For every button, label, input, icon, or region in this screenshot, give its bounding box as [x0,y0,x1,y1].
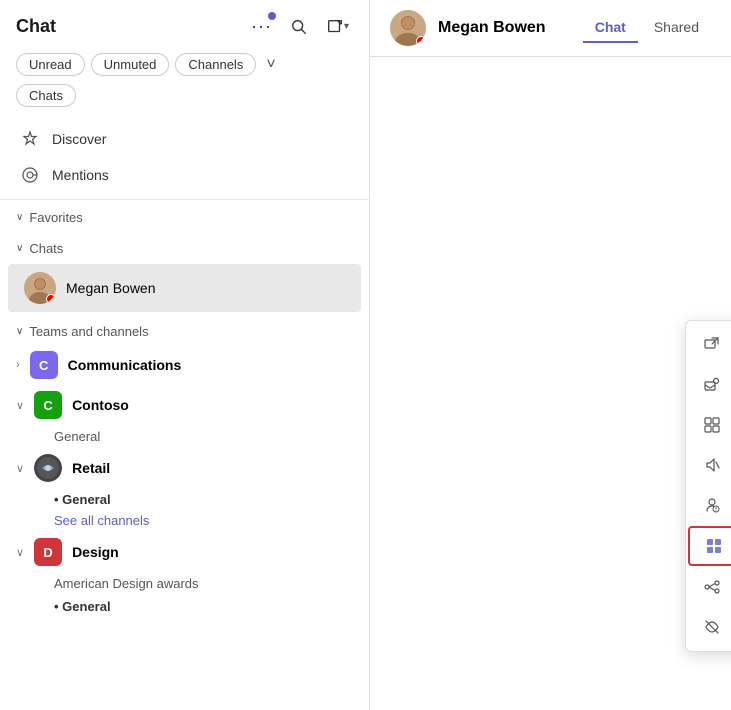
nav-item-mentions[interactable]: Mentions [0,157,369,193]
favorites-chevron: ∨ [16,212,23,223]
right-panel-avatar [390,10,426,46]
chat-title: Chat [16,16,56,37]
filter-chips-row1: Unread Unmuted Channels ˅ [0,49,369,84]
filter-chip-unread[interactable]: Unread [16,53,85,76]
design-name: Design [72,544,119,560]
communications-avatar: C [30,351,58,379]
team-item-contoso[interactable]: ∨ C Contoso [0,385,369,425]
favorites-section-header[interactable]: ∨ Favorites [0,204,369,231]
see-all-channels-link[interactable]: See all channels [0,511,369,532]
search-button[interactable] [286,14,312,40]
menu-item-manage-apps[interactable]: Manage apps [688,526,731,566]
header-icons: ··· ▾ [247,12,353,41]
menu-item-move-to[interactable]: Move to › [686,405,731,445]
filter-chips-row2: Chats [0,84,369,115]
retail-general-channel[interactable]: General [0,488,369,511]
discover-icon [20,129,40,149]
retail-name: Retail [72,460,110,476]
teams-chevron: ∨ [16,326,23,337]
nav-item-discover[interactable]: Discover [0,121,369,157]
mark-unread-icon [702,375,722,395]
favorites-label: Favorites [29,210,82,225]
contoso-name: Contoso [72,397,129,413]
retail-icon [37,457,59,479]
search-icon [290,18,308,36]
team-item-design[interactable]: ∨ D Design [0,532,369,572]
chats-chevron: ∨ [16,243,23,254]
contoso-avatar: C [34,391,62,419]
workflows-icon [702,577,722,597]
team-item-retail[interactable]: ∨ Retail [0,448,369,488]
notify-icon [702,495,722,515]
left-panel: Chat ··· [0,0,370,710]
filter-chip-unmuted[interactable]: Unmuted [91,53,170,76]
menu-item-notify[interactable]: Notify when available [686,485,731,525]
menu-item-mute[interactable]: Mute [686,445,731,485]
team-item-communications[interactable]: › C Communications [0,345,369,385]
menu-item-hide[interactable]: Hide [686,607,731,647]
design-avatar: D [34,538,62,566]
compose-icon [326,18,344,36]
teams-section-header[interactable]: ∨ Teams and channels [0,318,369,345]
notification-dot [268,12,276,20]
manage-apps-icon [704,536,724,556]
design-general-channel[interactable]: General [0,595,369,618]
more-options-button[interactable]: ··· [247,12,276,41]
mentions-label: Mentions [52,167,109,183]
filter-chip-chats[interactable]: Chats [16,84,76,107]
open-window-icon [702,335,722,355]
menu-item-mark-unread[interactable]: Mark as unread [686,365,731,405]
right-panel-user-name: Megan Bowen [438,19,571,37]
context-menu: Open in new window Mark as unread [685,320,731,652]
tab-shared[interactable]: Shared [642,13,711,43]
contoso-general-channel[interactable]: General [0,425,369,448]
menu-item-open-new-window[interactable]: Open in new window [686,325,731,365]
mute-icon [702,455,722,475]
hide-icon [702,617,722,637]
right-avatar-status [416,36,426,46]
discover-label: Discover [52,131,106,147]
chats-section-label: Chats [29,241,63,256]
compose-button[interactable]: ▾ [322,14,353,40]
mentions-icon [20,165,40,185]
chat-item-megan[interactable]: Megan Bowen [8,264,361,312]
menu-item-workflows[interactable]: Workflows [686,567,731,607]
retail-avatar [34,454,62,482]
right-tabs: Chat Shared [583,13,711,43]
nav-section: Discover Mentions [0,115,369,200]
design-american-channel[interactable]: American Design awards [0,572,369,595]
teams-section-label: Teams and channels [29,324,148,339]
communications-name: Communications [68,357,182,373]
megan-avatar [24,272,56,304]
move-to-icon [702,415,722,435]
filter-chip-channels[interactable]: Channels [175,53,256,76]
right-header: Megan Bowen Chat Shared [370,0,731,57]
chats-section-header[interactable]: ∨ Chats [0,235,369,262]
right-panel: Megan Bowen Chat Shared Open in new wind… [370,0,731,710]
left-header: Chat ··· [0,0,369,49]
app-container: Chat ··· [0,0,731,710]
filter-more-button[interactable]: ˅ [262,54,279,76]
avatar-status-dot [46,294,56,304]
megan-name: Megan Bowen [66,280,156,296]
tab-chat[interactable]: Chat [583,13,638,43]
three-dots-icon: ··· [251,16,272,37]
